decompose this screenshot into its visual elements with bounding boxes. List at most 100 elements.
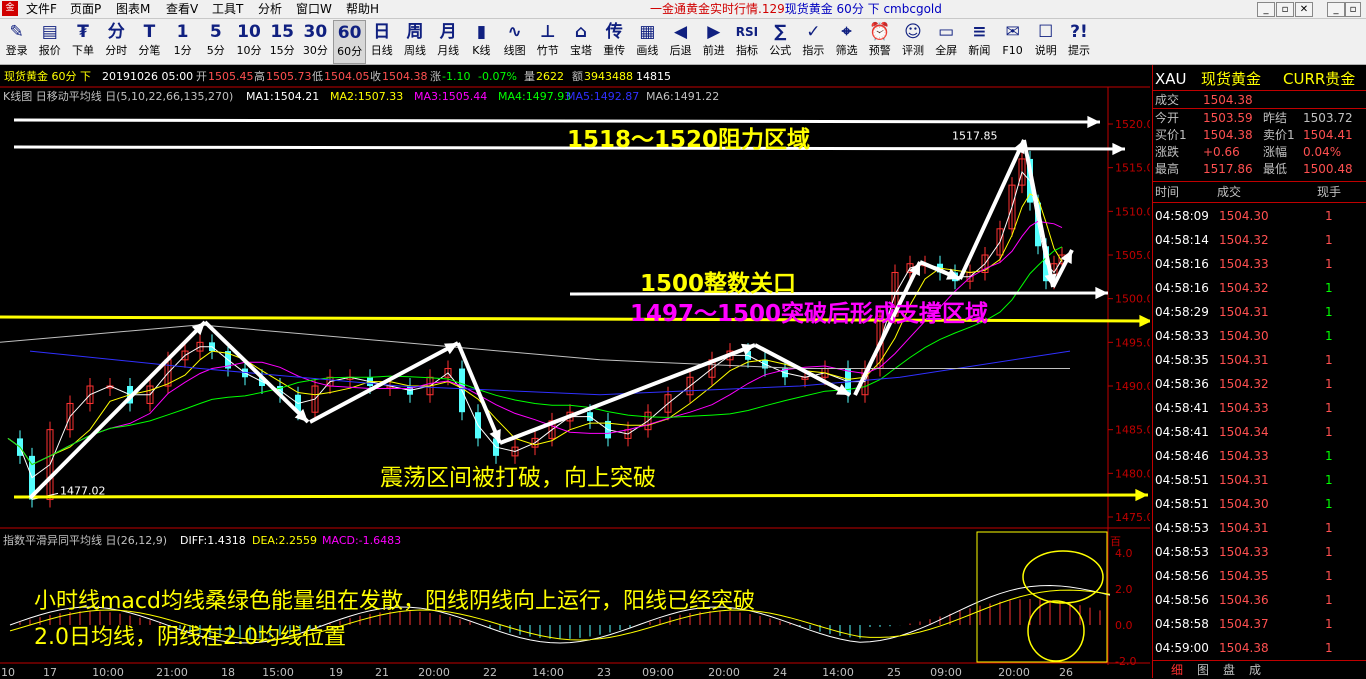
toolbar-30min-button[interactable]: 30 30分 <box>300 20 331 62</box>
quote-tab-3[interactable]: 成 <box>1245 662 1265 678</box>
toolbar-label: 60分 <box>337 45 363 58</box>
toolbar-quote-button[interactable]: ▤ 报价 <box>34 20 65 62</box>
toolbar-label: 分时 <box>105 44 128 57</box>
quote-tab-0[interactable]: 细 <box>1167 662 1187 678</box>
toolbar-signal-button[interactable]: ✓ 指示 <box>798 20 829 62</box>
toolbar-draw-button[interactable]: ▦ 画线 <box>632 20 663 62</box>
tick-row: 04:58:46 1504.33 1 <box>1155 449 1333 463</box>
toolbar-label: 周线 <box>403 44 426 57</box>
tick-row: 04:58:41 1504.33 1 <box>1155 401 1333 415</box>
resistance-arrow-top <box>13 118 1101 124</box>
resistance-arrow-bottom-head <box>1112 142 1125 156</box>
toolbar-label: 全屏 <box>935 44 958 57</box>
toolbar-monthly-button[interactable]: 月月线 <box>433 20 464 62</box>
toolbar-label: 筛选 <box>835 44 858 57</box>
kline-chart[interactable]: 现货黄金 60分 下 20191026 05:00 开 1505.45 高 1505.73… <box>0 65 1150 678</box>
maximize-button[interactable]: ▫ <box>1276 2 1294 17</box>
menu-item-0[interactable]: 文件F <box>26 1 57 17</box>
toolbar-weekly-button[interactable]: 周周线 <box>399 20 430 62</box>
x-tick-label: 26 <box>1059 666 1073 678</box>
fullscreen-icon: ▭ <box>938 22 955 42</box>
ma6-line <box>0 324 1070 369</box>
minimize-button[interactable]: _ <box>1257 2 1275 17</box>
support-arrow-head <box>1139 314 1150 328</box>
annotation-macd-line1: 小时线macd均线桑绿色能量组在发散，阳线阴线向上运行，阳线已经突破 <box>34 589 755 614</box>
toolbar-bamboo-button[interactable]: ⊥ 竹节 <box>532 20 563 62</box>
toolbar-news-button[interactable]: ≡ 新闻 <box>964 20 995 62</box>
toolbar-tick-button[interactable]: T 分笔 <box>134 20 165 62</box>
info-datetime: 20191026 05:00 <box>102 70 193 83</box>
toolbar-15min-button[interactable]: 15 15分 <box>267 20 298 62</box>
toolbar-back-button[interactable]: ◀ 后退 <box>665 20 696 62</box>
quote-name: 现货黄金 <box>1201 70 1262 88</box>
quote-tab-1[interactable]: 图 <box>1193 662 1213 678</box>
toolbar-tips-button[interactable]: ?! 提示 <box>1063 20 1094 62</box>
low-price-label: 1477.02 <box>60 484 106 497</box>
quote-panel: XAU 现货黄金 CURR贵金 成交 1504.38 时间 成交 现手 细图盘成… <box>1152 65 1366 679</box>
toolbar-line-button[interactable]: ∿ 线图 <box>499 20 530 62</box>
toolbar-label: 公式 <box>769 44 792 57</box>
toolbar-label: 5分 <box>206 44 225 57</box>
trend-arrow-8 <box>958 139 1026 280</box>
tick-row: 04:59:00 1504.38 1 <box>1155 641 1333 655</box>
toolbar-indicator-button[interactable]: RSI 指标 <box>731 20 762 62</box>
toolbar-fullscreen-button[interactable]: ▭ 全屏 <box>931 20 962 62</box>
toolbar-1min-button[interactable]: 1 1分 <box>167 20 198 62</box>
toolbar-kline-button[interactable]: ▮ K线 <box>466 20 497 62</box>
annotation-support: 1497～1500突破后形成支撑区域 <box>630 301 989 327</box>
menu-item-7[interactable]: 帮助H <box>346 1 379 17</box>
toolbar-reload-button[interactable]: 传重传 <box>599 20 630 62</box>
menu-item-1[interactable]: 页面P <box>70 1 101 17</box>
trend-arrow-1 <box>203 320 310 424</box>
weekly-icon: 周 <box>406 22 424 42</box>
menu-item-3[interactable]: 查看V <box>166 1 198 17</box>
tick-row: 04:58:56 1504.36 1 <box>1155 593 1333 607</box>
toolbar-f10-button[interactable]: ✉ F10 <box>997 20 1028 62</box>
toolbar-5min-button[interactable]: 5 5分 <box>200 20 231 62</box>
toolbar-formula-button[interactable]: ∑ 公式 <box>765 20 796 62</box>
close-button[interactable]: ✕ <box>1295 2 1313 17</box>
toolbar-label: 30分 <box>302 44 328 57</box>
quote-row: 涨跌 +0.66 涨幅 0.04% <box>1155 145 1342 159</box>
menu-item-6[interactable]: 窗口W <box>296 1 332 17</box>
toolbar-order-button[interactable]: ₮ 下单 <box>67 20 98 62</box>
info-open: 1505.45 <box>208 70 254 83</box>
toolbar-tower-button[interactable]: ⌂ 宝塔 <box>565 20 596 62</box>
toolbar-label: 日线 <box>370 44 393 57</box>
tick-row: 04:58:51 1504.30 1 <box>1155 497 1333 511</box>
app-logo-icon: 金 <box>2 1 18 16</box>
tick-row: 04:58:14 1504.32 1 <box>1155 233 1333 247</box>
high-price-label: 1517.85 <box>952 130 998 143</box>
toolbar-login-button[interactable]: ✎ 登录 <box>1 20 32 62</box>
toolbar-alert-button[interactable]: ⏰ 预警 <box>864 20 895 62</box>
tick-row: 04:58:16 1504.32 1 <box>1155 281 1333 295</box>
toolbar-evaluate-button[interactable]: ☺ 评测 <box>897 20 928 62</box>
toolbar-intraday-button[interactable]: 分分时 <box>101 20 132 62</box>
menu-item-5[interactable]: 分析 <box>258 1 282 17</box>
toolbar-label: 后退 <box>669 44 692 57</box>
toolbar-label: K线 <box>472 44 491 57</box>
menu-item-2[interactable]: 图表M <box>116 1 150 17</box>
x-tick-label: 19 <box>329 666 343 678</box>
ma5-line <box>29 350 1071 396</box>
toolbar-label: 月线 <box>437 44 460 57</box>
macd-dif-ellipse <box>1022 550 1104 604</box>
toolbar-10min-button[interactable]: 10 10分 <box>233 20 264 62</box>
toolbar-filter-button[interactable]: ⌖ 筛选 <box>831 20 862 62</box>
toolbar-help-button[interactable]: ☐ 说明 <box>1030 20 1061 62</box>
info-change_label: 涨 <box>430 70 441 83</box>
child-restore-button[interactable]: ▫ <box>1345 2 1361 17</box>
toolbar-label: 指标 <box>735 44 758 57</box>
quote-tab-2[interactable]: 盘 <box>1219 662 1239 678</box>
macd-diff: DIFF:1.4318 <box>180 534 246 547</box>
draw-icon: ▦ <box>639 22 656 42</box>
info-hold_label: 额 <box>572 70 583 83</box>
child-minimize-button[interactable]: _ <box>1327 2 1345 17</box>
y-tick-label: 1500.0 <box>1115 293 1150 306</box>
toolbar-daily-button[interactable]: 日日线 <box>366 20 397 62</box>
info-low_label: 低 <box>312 70 323 83</box>
menu-item-4[interactable]: 工具T <box>212 1 243 17</box>
x-tick-label: 20:00 <box>418 666 450 678</box>
toolbar-forward-button[interactable]: ▶ 前进 <box>698 20 729 62</box>
toolbar-60min-button[interactable]: 60 60分 <box>333 20 367 64</box>
